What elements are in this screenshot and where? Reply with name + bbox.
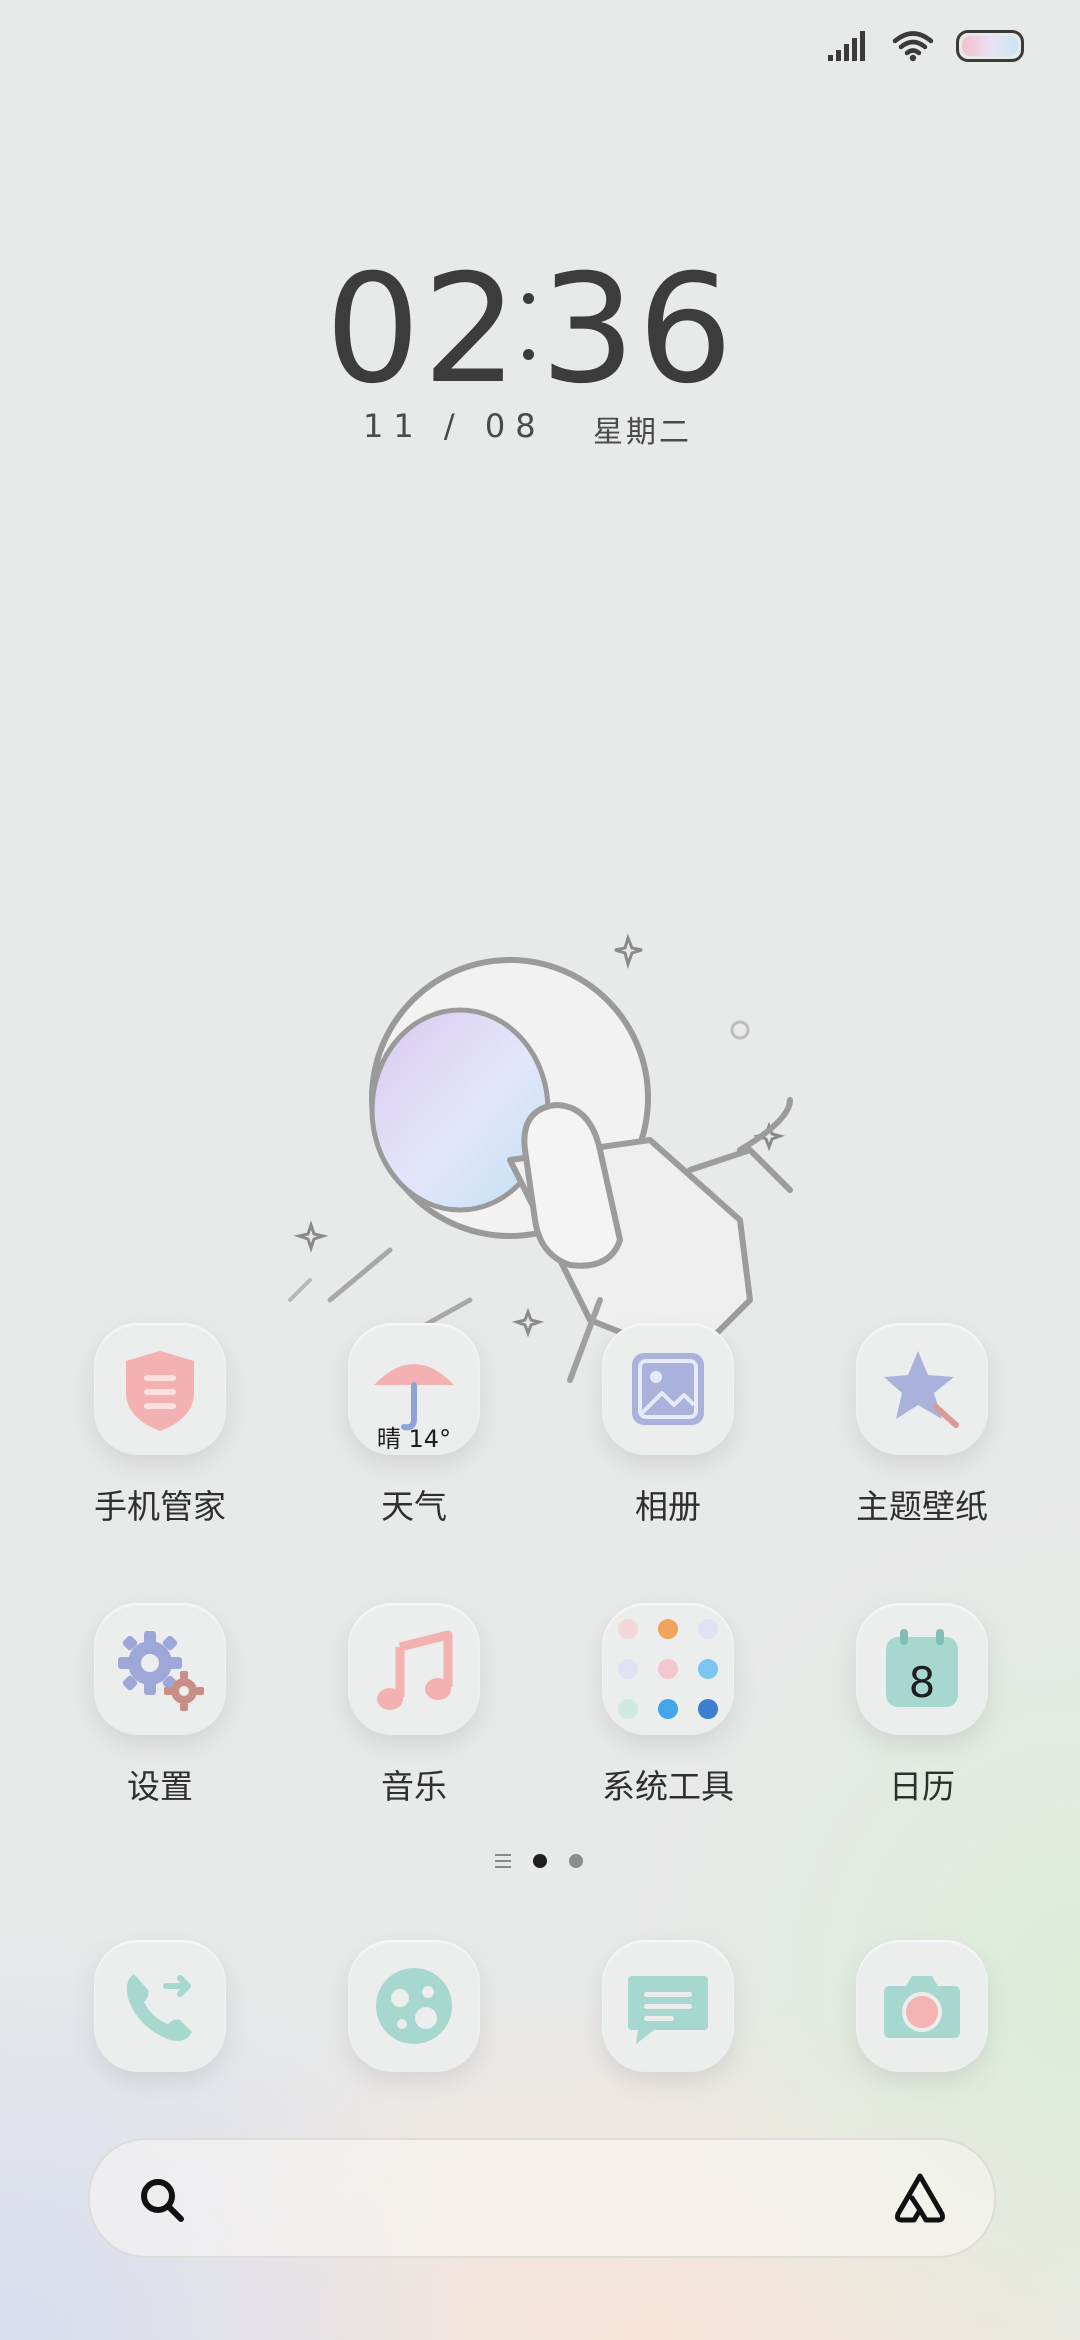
music-note-icon [377,1630,453,1710]
status-bar [828,30,1024,62]
app-label: 日历 [889,1767,955,1806]
app-music[interactable] [348,1603,480,1735]
calendar-icon: 8 [886,1629,958,1707]
app-settings[interactable] [94,1603,226,1735]
star-brush-icon [884,1351,959,1428]
page-list-icon [495,1854,511,1868]
phone-icon [126,1974,192,2041]
weather-badge: 晴 14° [376,1425,452,1453]
gallery-icon [632,1353,704,1425]
folder-grid-icon [618,1619,718,1719]
shield-icon [126,1351,194,1431]
app-label: 天气 [381,1487,447,1526]
clock-hour: 02 [325,243,520,417]
battery-level [962,36,1018,56]
app-calendar[interactable]: 8 [856,1603,988,1735]
clock-widget[interactable]: 02 36 [325,255,735,405]
signal-icon [828,31,865,61]
browser-icon [376,1968,452,2044]
app-label: 系统工具 [602,1767,734,1806]
dock-phone[interactable] [94,1940,226,2072]
battery-icon [956,30,1024,62]
clock-minute: 36 [540,243,735,417]
clock-weekday: 星期二 [593,415,692,450]
app-weather[interactable]: 晴 14° [348,1323,480,1455]
star-sparkle-icon [293,1220,329,1253]
app-label: 设置 [127,1767,193,1806]
star-sparkle-icon [614,933,643,969]
app-label: 手机管家 [94,1487,226,1526]
page-indicator[interactable] [495,1854,583,1868]
calendar-day: 8 [909,1658,936,1707]
assistant-icon[interactable] [890,2170,950,2226]
app-themes[interactable] [856,1323,988,1455]
app-folder-system-tools[interactable] [602,1603,734,1735]
clock-colon [523,283,535,369]
app-label: 主题壁纸 [856,1487,988,1526]
star-sparkle-icon [511,1307,545,1338]
app-phone-manager[interactable] [94,1323,226,1455]
dock-camera[interactable] [856,1940,988,2072]
app-label: 音乐 [381,1767,447,1806]
search-bar[interactable] [88,2138,996,2258]
page-dot [569,1854,583,1868]
clock-date: 11 / 08 [363,407,546,445]
message-icon [628,1976,708,2044]
app-gallery[interactable] [602,1323,734,1455]
camera-icon [884,1976,960,2038]
wifi-icon [892,31,934,62]
dock-messages[interactable] [602,1940,734,2072]
app-label: 相册 [635,1487,701,1526]
dock-browser[interactable] [348,1940,480,2072]
page-dot-active [533,1854,547,1868]
search-icon[interactable] [138,2176,186,2224]
gear-icon [118,1631,204,1711]
